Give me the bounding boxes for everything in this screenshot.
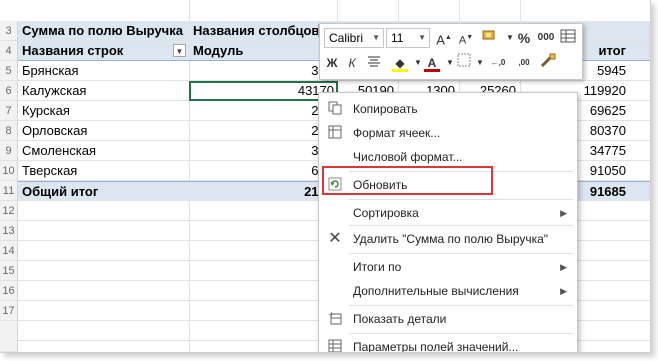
value-cell[interactable]: 304 <box>189 61 337 81</box>
spreadsheet-window: 3 4 5 6 7 8 9 10 11 12 13 14 15 16 17 Су… <box>0 0 651 353</box>
svg-text:+: + <box>328 311 335 319</box>
menu-item-label: Итоги по <box>353 260 402 274</box>
menu-item-label: Удалить "Сумма по полю Выручка" <box>353 232 549 246</box>
font-size-select[interactable]: 11 ▼ <box>386 28 430 48</box>
format-painter-icon[interactable] <box>538 53 558 73</box>
value-cell[interactable]: 233 <box>189 101 337 121</box>
row-header-7[interactable]: 7 <box>0 101 18 121</box>
value-cell[interactable]: 637 <box>189 161 337 181</box>
accounting-format-icon[interactable] <box>480 28 500 48</box>
menu-item-label: Сортировка <box>353 206 419 220</box>
value-cell[interactable]: 224 <box>189 121 337 141</box>
thousands-separator-button[interactable]: 000 <box>536 28 556 48</box>
menu-item-remove-field[interactable]: ✕ Удалить "Сумма по полю Выручка" <box>319 227 577 251</box>
delete-x-icon: ✕ <box>328 230 342 247</box>
percent-button[interactable]: % <box>514 28 534 48</box>
row-header-6[interactable]: 6 <box>0 81 18 101</box>
menu-separator <box>349 305 573 306</box>
chevron-down-icon: ▼ <box>418 33 426 42</box>
menu-item-label: Копировать <box>353 102 418 116</box>
bold-button[interactable]: Ж <box>322 53 342 73</box>
submenu-arrow-icon: ▶ <box>560 208 567 218</box>
menu-item-label: Дополнительные вычисления <box>353 284 519 298</box>
menu-item-copy[interactable]: Копировать <box>319 97 577 121</box>
row-header-17[interactable]: 17 <box>0 301 18 321</box>
shrink-font-button[interactable]: A▼ <box>456 28 476 48</box>
row-label[interactable]: Брянская <box>22 61 189 81</box>
row-label[interactable]: Курская <box>22 101 189 121</box>
value-cell[interactable]: 351 <box>189 141 337 161</box>
row-header-13[interactable]: 13 <box>0 221 18 241</box>
row-label[interactable]: Орловская <box>22 121 189 141</box>
row-header-filler <box>0 321 18 352</box>
menu-item-summarize-by[interactable]: Итоги по ▶ <box>319 255 577 279</box>
row-label[interactable]: Смоленская <box>22 141 189 161</box>
row-header-14[interactable]: 14 <box>0 241 18 261</box>
chevron-down-icon: ▼ <box>372 33 380 42</box>
context-menu: Копировать Формат ячеек... Числовой форм… <box>318 92 578 353</box>
font-size-value: 11 <box>391 31 404 45</box>
menu-item-label: Параметры полей значений... <box>353 340 519 353</box>
menu-separator <box>349 253 573 254</box>
row-header-15[interactable]: 15 <box>0 261 18 281</box>
font-name-select[interactable]: Calibri ▼ <box>324 28 384 48</box>
fill-color-button[interactable]: ◆ <box>390 53 410 73</box>
row-label[interactable]: Калужская <box>22 81 189 101</box>
decrease-decimal-button[interactable]: ,00 <box>512 53 536 73</box>
menu-item-label: Формат ячеек... <box>353 126 441 140</box>
row-header-16[interactable]: 16 <box>0 281 18 301</box>
refresh-highlight-box <box>322 166 493 195</box>
menu-separator <box>349 333 573 334</box>
row-header-9[interactable]: 9 <box>0 141 18 161</box>
menu-item-show-values-as[interactable]: Дополнительные вычисления ▶ <box>319 279 577 303</box>
row-header-11[interactable]: 11 <box>0 181 18 201</box>
grand-total-value[interactable]: 2182 <box>189 182 337 202</box>
row-header-4[interactable]: 4 <box>0 41 18 61</box>
selected-cell[interactable]: 43170 <box>189 81 338 101</box>
row-header-5[interactable]: 5 <box>0 61 18 81</box>
font-color-swatch <box>424 69 440 72</box>
font-name-value: Calibri <box>329 31 364 45</box>
pivot-values-label[interactable]: Сумма по полю Выручка <box>22 21 189 41</box>
paint-bucket-icon: ◆ <box>395 56 405 70</box>
row-labels-header[interactable]: Названия строк <box>22 41 172 61</box>
submenu-arrow-icon: ▶ <box>560 286 567 296</box>
row-header-8[interactable]: 8 <box>0 121 18 141</box>
italic-button[interactable]: К <box>342 53 362 73</box>
align-center-icon[interactable] <box>364 53 384 73</box>
menu-separator <box>349 199 573 200</box>
row-label[interactable]: Тверская <box>22 161 189 181</box>
increase-decimal-button[interactable]: ←,0 <box>486 53 510 73</box>
copy-icon <box>327 101 343 117</box>
mini-toolbar: Calibri ▼ 11 ▼ A▲ A▼ ▼ % 000 Ж К ◆ ▼ А ▼… <box>319 23 583 80</box>
show-details-icon: + <box>327 310 343 327</box>
menu-item-show-details[interactable]: + Показать детали <box>319 307 577 331</box>
row-header-3[interactable]: 3 <box>0 21 18 41</box>
fill-color-swatch <box>392 69 408 72</box>
value-field-settings-icon <box>327 339 343 352</box>
grow-font-button[interactable]: A▲ <box>434 28 454 48</box>
font-color-button[interactable]: А <box>422 53 442 73</box>
menu-item-label: Показать детали <box>353 312 447 326</box>
chevron-down-icon[interactable]: ▼ <box>173 44 186 57</box>
row-header-10[interactable]: 10 <box>0 161 18 181</box>
submenu-arrow-icon: ▶ <box>560 262 567 272</box>
menu-item-value-field-settings[interactable]: Параметры полей значений... <box>319 335 577 353</box>
format-table-icon[interactable] <box>558 28 578 48</box>
grand-total-label[interactable]: Общий итог <box>22 182 189 202</box>
menu-separator <box>349 225 573 226</box>
format-cells-icon <box>327 125 343 141</box>
menu-item-format-cells[interactable]: Формат ячеек... <box>319 121 577 145</box>
row-header-12[interactable]: 12 <box>0 201 18 221</box>
menu-item-sort[interactable]: Сортировка ▶ <box>319 201 577 225</box>
